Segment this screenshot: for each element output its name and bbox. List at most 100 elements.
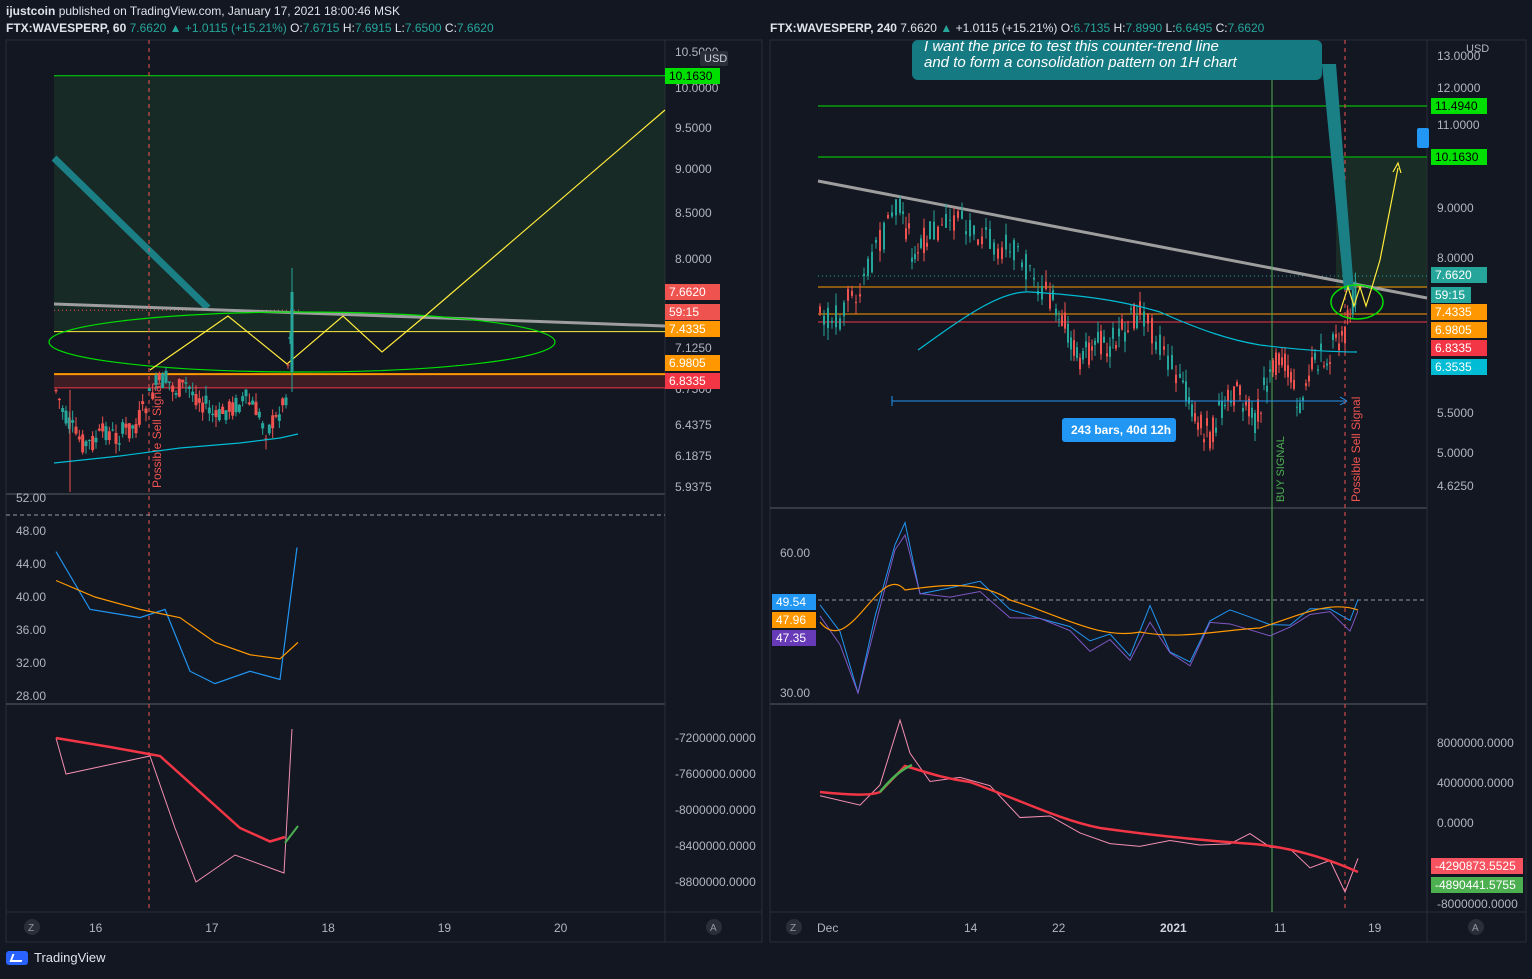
- left-candle: [101, 423, 105, 432]
- right-candle: [920, 238, 922, 248]
- right-candle: [961, 210, 963, 219]
- right-candle: [875, 239, 877, 243]
- left-candle: [61, 408, 65, 412]
- left-a-label: A: [710, 923, 717, 934]
- right-candle: [1200, 414, 1202, 429]
- right-candle: [827, 307, 829, 329]
- left-candle: [74, 426, 78, 434]
- right-candle: [1076, 347, 1078, 358]
- left-candle: [197, 398, 201, 403]
- left-z-label: Z: [28, 923, 34, 934]
- right-candle: [1185, 381, 1187, 402]
- left-rsi-tick: 52.00: [16, 491, 46, 505]
- right-candle: [1085, 341, 1087, 348]
- left-candle: [281, 398, 285, 406]
- right-candle: [831, 320, 833, 323]
- right-candle: [863, 273, 865, 276]
- left-currency-label: USD: [704, 53, 727, 65]
- right-candle: [1088, 342, 1090, 365]
- left-candle: [147, 388, 151, 392]
- right-time-tick: Dec: [817, 921, 838, 935]
- right-a-label: A: [1472, 923, 1479, 934]
- right-candle: [871, 251, 873, 273]
- right-candle: [1290, 371, 1292, 383]
- left-candle: [231, 402, 235, 416]
- right-candle: [819, 306, 821, 313]
- left-candle: [114, 432, 118, 444]
- right-candle: [899, 198, 901, 213]
- right-candle: [1197, 422, 1199, 430]
- right-candle: [1320, 343, 1322, 351]
- tradingview-footer: TradingView: [6, 950, 106, 965]
- right-candle: [1136, 315, 1138, 329]
- right-candle: [997, 248, 999, 259]
- right-candle: [1109, 346, 1111, 357]
- right-candle: [929, 221, 931, 240]
- right-price-tick: 5.0000: [1437, 446, 1474, 460]
- tradingview-brand[interactable]: TradingView: [34, 950, 106, 965]
- right-candle: [949, 219, 951, 221]
- right-candle: [1266, 385, 1268, 392]
- right-candle: [1257, 399, 1259, 422]
- right-candle: [883, 222, 885, 250]
- left-time-tick: 17: [205, 921, 219, 935]
- right-time-tick: 14: [964, 921, 978, 935]
- right-candle: [945, 213, 947, 228]
- right-alert-marker: [1417, 128, 1429, 148]
- left-rsi-tick: 40.00: [16, 590, 46, 604]
- right-candle: [1236, 382, 1238, 387]
- right-candle: [823, 315, 825, 325]
- left-price-tick: 9.0000: [675, 162, 712, 176]
- right-candle: [1091, 346, 1093, 351]
- right-candle: [1281, 357, 1283, 366]
- left-candle: [234, 397, 238, 413]
- charts-canvas[interactable]: Possible Sell Signal10.500010.00009.5000…: [0, 0, 1532, 979]
- left-candle: [157, 373, 161, 381]
- left-candle: [224, 410, 228, 421]
- right-candle: [1163, 346, 1165, 350]
- right-candle: [965, 231, 967, 235]
- right-price-tag: 6.3535: [1435, 360, 1472, 374]
- right-candle: [1133, 304, 1135, 329]
- right-candle: [1159, 334, 1161, 356]
- left-candle: [254, 401, 258, 416]
- right-candle: [1127, 330, 1129, 332]
- left-price-tag: 6.8335: [669, 374, 706, 388]
- left-time-tick: 20: [554, 921, 568, 935]
- left-candle: [131, 425, 135, 429]
- right-price-tick: 12.0000: [1437, 81, 1481, 95]
- right-candle: [914, 253, 916, 260]
- right-z-label: Z: [790, 923, 796, 934]
- left-target-zone: [54, 75, 665, 332]
- left-price-tick: 8.5000: [675, 206, 712, 220]
- right-candle: [1212, 417, 1214, 443]
- right-candle: [1239, 385, 1241, 396]
- right-candle: [1311, 357, 1313, 370]
- right-candle: [1299, 402, 1301, 413]
- right-candle: [1061, 315, 1063, 327]
- right-candle: [1332, 334, 1334, 340]
- left-candle: [81, 434, 85, 453]
- left-price-tick: 6.4375: [675, 418, 712, 432]
- right-candle: [1124, 332, 1126, 342]
- right-candle: [985, 227, 987, 230]
- right-candle: [867, 258, 869, 276]
- right-candle: [843, 302, 845, 317]
- left-candle: [87, 440, 91, 442]
- right-candle: [1151, 318, 1153, 344]
- right-candle: [1182, 380, 1184, 383]
- right-candle: [835, 305, 837, 328]
- right-candle: [993, 242, 995, 255]
- right-candle: [1021, 262, 1023, 268]
- right-candle: [1079, 357, 1081, 370]
- right-time-tick: 11: [1274, 921, 1287, 935]
- right-candle: [911, 257, 913, 262]
- right-candle: [905, 228, 907, 240]
- right-candle: [1284, 353, 1286, 371]
- left-candle: [134, 424, 138, 434]
- right-candle: [1287, 365, 1289, 378]
- right-candle: [1209, 432, 1211, 449]
- right-candle: [1326, 363, 1328, 366]
- right-candle: [926, 242, 928, 247]
- right-candle: [1067, 323, 1069, 343]
